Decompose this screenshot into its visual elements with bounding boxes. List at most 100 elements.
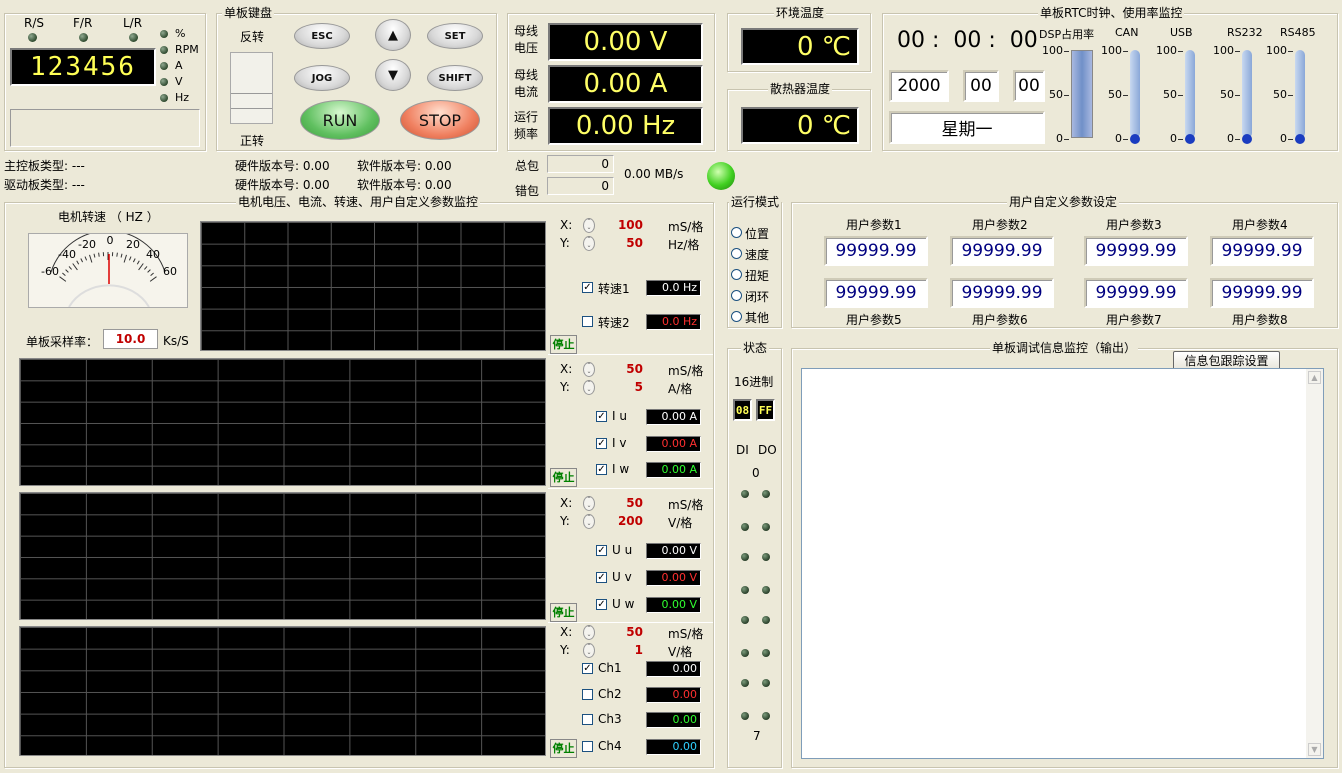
di-led-6 [741, 679, 749, 687]
gauge-tick-4-2: 0 [1280, 132, 1287, 145]
scope-1-y-spinner[interactable]: ⌃ ⌄ [583, 380, 595, 395]
mode-radio-2[interactable] [731, 269, 742, 280]
mode-label-2: 扭矩 [745, 269, 770, 283]
mode-radio-4[interactable] [731, 311, 742, 322]
scope-2-x-spinner[interactable]: ⌃ ⌄ [583, 496, 595, 511]
mode-radio-1[interactable] [731, 248, 742, 259]
sink-temp-display: 0 ℃ [741, 107, 859, 144]
down-button[interactable]: ▼ [375, 59, 411, 91]
scope-0-x-spinner[interactable]: ⌃ ⌄ [583, 218, 595, 233]
hw-version-2: 硬件版本号: 0.00 [235, 178, 330, 192]
speed-tick-2: -20 [78, 238, 96, 251]
fr-label: F/R [73, 16, 93, 30]
scope-2-stop-button[interactable]: 停止 [550, 603, 577, 622]
speed-tick-5: 40 [146, 248, 160, 261]
scope-3-ch-1-checkbox[interactable] [582, 689, 593, 700]
total-packets-value: 0 [547, 155, 614, 173]
shift-button[interactable]: SHIFT [427, 65, 483, 91]
mode-label-4: 其他 [745, 311, 770, 325]
scope-3-ch-0-checkbox[interactable]: ✓ [582, 663, 593, 674]
direction-slider[interactable] [230, 52, 273, 124]
user-param-input-1[interactable]: 99999.99 [824, 236, 928, 266]
status-title: 状态 [741, 341, 770, 355]
unit-led-2 [160, 62, 168, 70]
total-packets-label: 总包 [515, 159, 540, 173]
scope-2-x-value: 50 [626, 496, 643, 510]
scope-1-ch-2-checkbox[interactable]: ✓ [596, 464, 607, 475]
user-param-input-3[interactable]: 99999.99 [1084, 236, 1188, 266]
user-param-input-6[interactable]: 99999.99 [950, 278, 1054, 308]
scope-3-ch-3-value: 0.00 [646, 739, 701, 755]
mode-radio-0[interactable] [731, 227, 742, 238]
bus-current-label: 母线电流 [514, 68, 539, 99]
scope-1-ch-0-checkbox[interactable]: ✓ [596, 411, 607, 422]
rs-label: R/S [24, 16, 44, 30]
scope-0-stop-button[interactable]: 停止 [550, 335, 577, 354]
user-param-input-7[interactable]: 99999.99 [1084, 278, 1188, 308]
esc-button[interactable]: ESC [294, 23, 350, 49]
sample-rate-unit: Ks/S [163, 334, 189, 348]
direction-slider-thumb[interactable] [231, 93, 272, 109]
scope-1 [19, 358, 546, 486]
scroll-up-arrow-icon[interactable]: ▲ [1308, 371, 1321, 384]
di-led-5 [741, 649, 749, 657]
gauge-tick-1-0: 100 [1101, 44, 1122, 57]
scope-1-stop-button[interactable]: 停止 [550, 468, 577, 487]
debug-scrollbar[interactable]: ▲ ▼ [1306, 369, 1323, 758]
rtc-month[interactable]: 00 [963, 70, 999, 102]
rtc-panel: 单板RTC时钟、使用率监控 00 : 00 : 00 2000 00 00 星期… [882, 6, 1338, 151]
scope-0-x-unit: mS/格 [668, 220, 704, 234]
jog-button[interactable]: JOG [294, 65, 350, 91]
scope-1-ch-1-checkbox[interactable]: ✓ [596, 438, 607, 449]
scope-0-ch-1-checkbox[interactable] [582, 316, 593, 327]
sample-rate-label: 单板采样率： [26, 335, 99, 349]
run-freq-label: 运行频率 [514, 110, 539, 141]
error-packets-label: 错包 [515, 184, 540, 198]
do-led-1 [762, 523, 770, 531]
scope-0-ch-0-value: 0.0 Hz [646, 280, 701, 296]
scope-3-y-spinner[interactable]: ⌃ ⌄ [583, 643, 595, 658]
scope-1-x-spinner[interactable]: ⌃ ⌄ [583, 362, 595, 377]
lr-label: L/R [123, 16, 143, 30]
bus-voltage-label: 母线电压 [514, 24, 539, 55]
user-param-input-4[interactable]: 99999.99 [1210, 236, 1314, 266]
mode-radio-3[interactable] [731, 290, 742, 301]
rtc-year[interactable]: 2000 [889, 70, 949, 102]
up-button[interactable]: ▲ [375, 19, 411, 51]
scroll-down-arrow-icon[interactable]: ▼ [1308, 743, 1321, 756]
user-param-label-4: 用户参数4 [1232, 218, 1288, 232]
set-button[interactable]: SET [427, 23, 483, 49]
user-param-label-3: 用户参数3 [1106, 218, 1162, 232]
rtc-weekday[interactable]: 星期一 [889, 111, 1045, 144]
scope-1-ch-2-label: I w [612, 462, 630, 476]
scope-2-y-value: 200 [617, 514, 643, 528]
scope-3-stop-button[interactable]: 停止 [550, 739, 577, 758]
env-temp-display: 0 ℃ [741, 28, 859, 65]
scope-3-x-spinner[interactable]: ⌃ ⌄ [583, 625, 595, 640]
scope-3-y-value: 1 [634, 643, 643, 657]
scope-3-ch-3-checkbox[interactable] [582, 741, 593, 752]
gauge-tick-1-2: 0 [1115, 132, 1122, 145]
stop-button[interactable]: STOP [400, 100, 480, 140]
user-param-label-7: 用户参数7 [1106, 313, 1162, 327]
keypad-panel: 单板键盘 反转 正转 ESC JOG ▲ ▼ SET SHIFT RUN STO… [216, 6, 497, 151]
scope-2-y-spinner[interactable]: ⌃ ⌄ [583, 514, 595, 529]
message-box [10, 109, 200, 147]
scope-2-ch-1-value: 0.00 V [646, 570, 701, 586]
scope-2-ch-2-checkbox[interactable]: ✓ [596, 599, 607, 610]
scope-2-ch-0-checkbox[interactable]: ✓ [596, 545, 607, 556]
user-param-input-2[interactable]: 99999.99 [950, 236, 1054, 266]
unit-led-1 [160, 46, 168, 54]
user-param-input-8[interactable]: 99999.99 [1210, 278, 1314, 308]
user-param-input-5[interactable]: 99999.99 [824, 278, 928, 308]
unit-label-4: Hz [175, 91, 190, 104]
seven-seg-display: 123456 [10, 48, 156, 86]
scope-3-ch-2-checkbox[interactable] [582, 714, 593, 725]
scope-0-ch-0-checkbox[interactable]: ✓ [582, 282, 593, 293]
scope-0-y-spinner[interactable]: ⌃ ⌄ [583, 236, 595, 251]
user-param-label-1: 用户参数1 [846, 218, 902, 232]
debug-output-area[interactable]: ▲ ▼ [801, 368, 1324, 759]
scope-2-ch-1-checkbox[interactable]: ✓ [596, 572, 607, 583]
run-button[interactable]: RUN [300, 100, 380, 140]
do-led-0 [762, 490, 770, 498]
